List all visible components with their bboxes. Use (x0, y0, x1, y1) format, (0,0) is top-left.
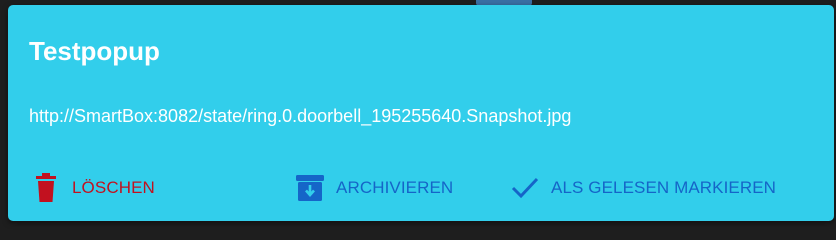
archive-button[interactable]: ARCHIVIEREN (294, 169, 453, 207)
mark-as-read-button-label: ALS GELESEN MARKIEREN (551, 178, 777, 197)
archive-button-label: ARCHIVIEREN (336, 178, 454, 197)
popup-title: Testpopup (29, 36, 160, 66)
trash-icon (30, 172, 62, 204)
notification-popup: Testpopup http://SmartBox:8082/state/rin… (8, 5, 834, 221)
check-icon (509, 172, 541, 204)
archive-icon (294, 172, 326, 204)
popup-message: http://SmartBox:8082/state/ring.0.doorbe… (29, 106, 572, 126)
delete-button-label: LÖSCHEN (72, 178, 155, 197)
mark-as-read-button[interactable]: ALS GELESEN MARKIEREN (509, 169, 776, 207)
delete-button[interactable]: LÖSCHEN (30, 169, 155, 207)
